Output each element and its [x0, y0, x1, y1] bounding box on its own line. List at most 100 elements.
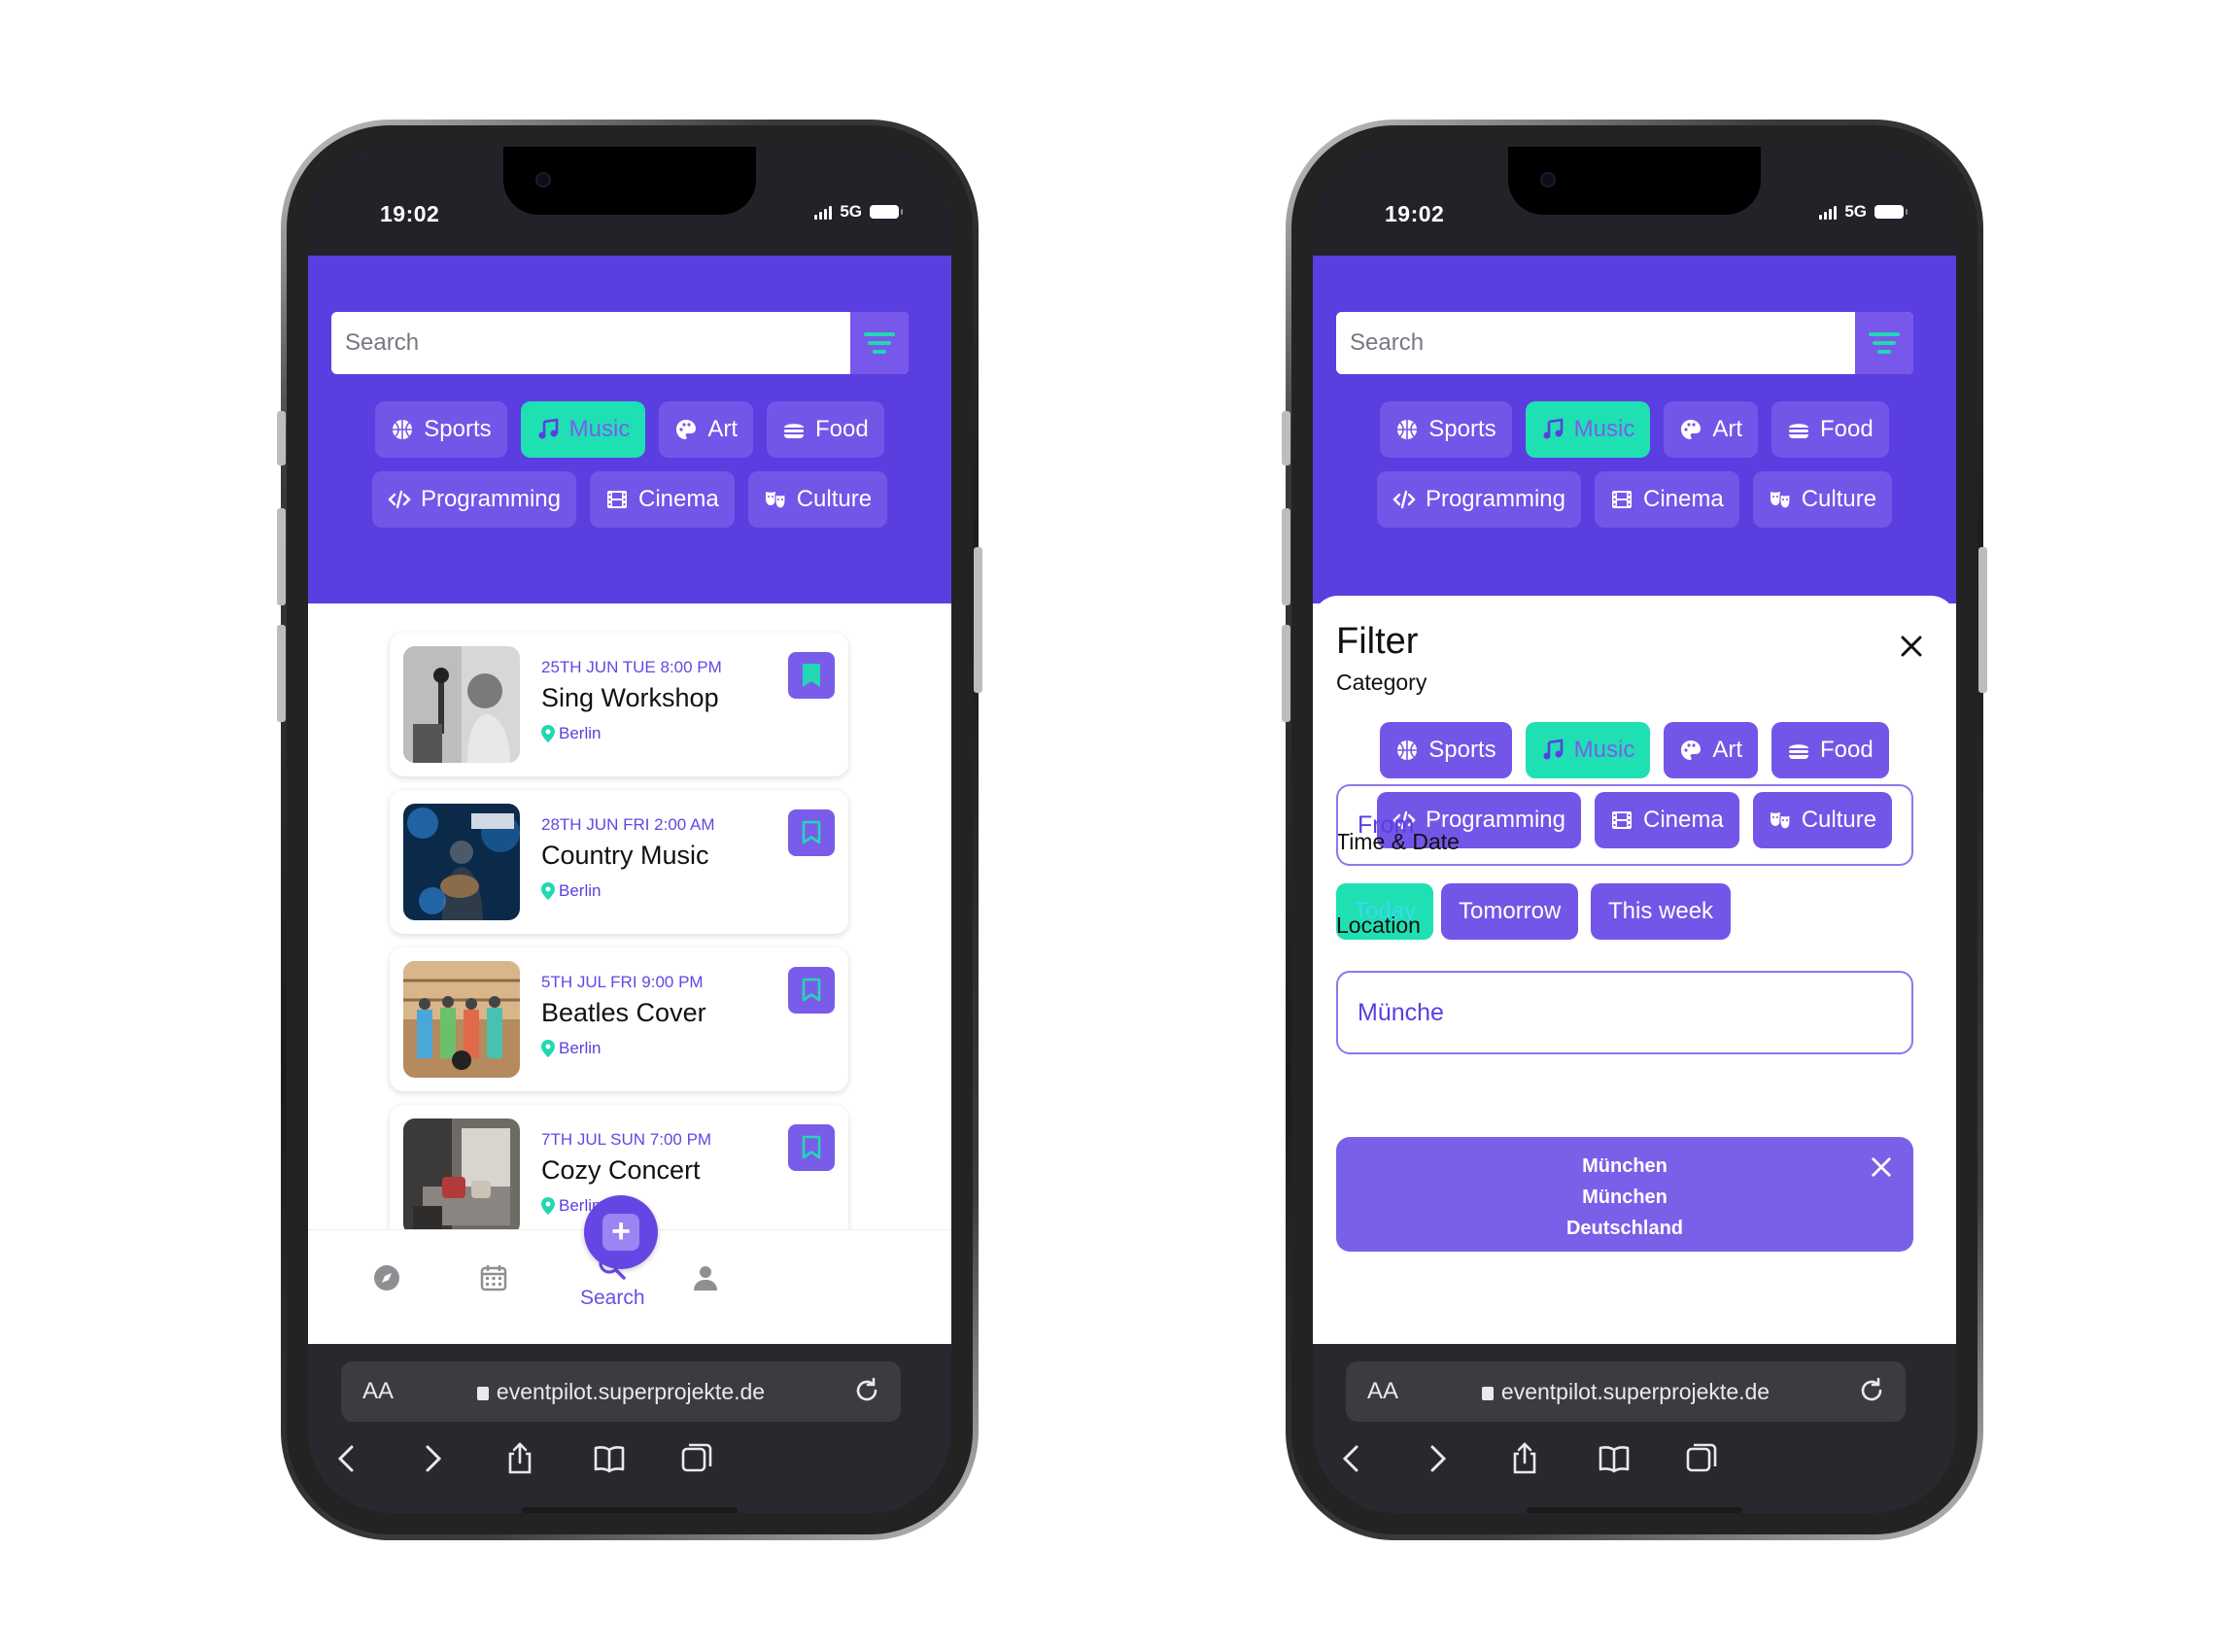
address-bar[interactable]: AA eventpilot.superprojekte.de: [1346, 1361, 1906, 1422]
category-chip-culture[interactable]: Culture: [1752, 471, 1893, 528]
bookmark-button[interactable]: [788, 967, 835, 1014]
category-chip-culture[interactable]: Culture: [747, 471, 888, 528]
reload-icon[interactable]: [1857, 1376, 1886, 1405]
event-location-text: Berlin: [559, 724, 602, 742]
close-suggestion-icon[interactable]: [1871, 1156, 1892, 1178]
location-input[interactable]: Münche: [1336, 971, 1913, 1054]
category-chip-food[interactable]: Food: [1771, 722, 1889, 778]
event-image: [403, 646, 520, 763]
back-icon[interactable]: [329, 1441, 364, 1476]
nav-calendar[interactable]: [477, 1261, 510, 1294]
category-chip-food[interactable]: Food: [767, 401, 884, 458]
burger-icon: [782, 418, 806, 441]
filter-icon-line: [873, 350, 886, 354]
filter-icon-line: [1877, 350, 1891, 354]
film-icon: [605, 488, 629, 511]
user-icon: [689, 1261, 722, 1294]
category-chip-music[interactable]: Music: [1525, 401, 1651, 458]
event-card[interactable]: 28TH JUN FRI 2:00 AM Country Music Berlin: [390, 790, 848, 934]
burger-icon: [1787, 418, 1810, 441]
forward-icon[interactable]: [1420, 1441, 1455, 1476]
category-chip-programming[interactable]: Programming: [1376, 471, 1581, 528]
search-header: Sports Music Art Food Programming Cinema Cultu…: [308, 256, 951, 603]
filter-icon: [1869, 332, 1900, 336]
category-chip-sports[interactable]: Sports: [1380, 722, 1512, 778]
location-pin-icon: [541, 725, 555, 742]
event-location: Berlin: [541, 1039, 601, 1058]
event-image: [403, 804, 520, 920]
location-input-value: Münche: [1358, 998, 1444, 1026]
filter-button[interactable]: [850, 312, 909, 374]
bookmark-icon: [800, 1134, 823, 1161]
category-label: Category: [1336, 670, 1427, 695]
close-icon[interactable]: [1900, 635, 1923, 658]
theater-masks-icon: [764, 488, 787, 511]
event-card[interactable]: 5TH JUL FRI 9:00 PM Beatles Cover Berlin: [390, 947, 848, 1091]
location-suggestion[interactable]: München München Deutschland: [1336, 1137, 1913, 1252]
status-indicators: 5G: [1819, 202, 1908, 222]
mute-switch: [277, 411, 286, 465]
category-chip-music[interactable]: Music: [520, 401, 646, 458]
event-location: Berlin: [541, 881, 601, 901]
category-chip-cinema[interactable]: Cinema: [1594, 471, 1739, 528]
time-option-tomorrow[interactable]: Tomorrow: [1441, 883, 1579, 940]
category-chips: Sports Music Art Food Programming Cinema Cultu…: [1313, 401, 1956, 528]
category-chip-label: Culture: [796, 486, 873, 512]
forward-icon[interactable]: [415, 1441, 450, 1476]
basketball-icon: [1395, 739, 1419, 762]
search-bar: [1336, 312, 1913, 374]
time-option-this-week[interactable]: This week: [1591, 883, 1732, 940]
category-chip-programming[interactable]: Programming: [371, 471, 576, 528]
search-input[interactable]: [331, 312, 852, 374]
category-chip-art[interactable]: Art: [1664, 401, 1758, 458]
event-date: 5TH JUL FRI 9:00 PM: [541, 973, 704, 991]
bookmarks-icon[interactable]: [1597, 1441, 1632, 1476]
network-type: 5G: [840, 202, 862, 221]
search-header: Sports Music Art Food Programming Cinema Cultu…: [1313, 256, 1956, 603]
phone-frame-search: 19:02 5G SportsMusicArtFoodProgra: [277, 120, 982, 1540]
category-chip-food[interactable]: Food: [1771, 401, 1889, 458]
category-chip-sports[interactable]: Sports: [1380, 401, 1512, 458]
category-chip-art[interactable]: Art: [1664, 722, 1758, 778]
tabs-icon[interactable]: [679, 1441, 714, 1476]
category-chip-label: Cinema: [637, 486, 719, 512]
share-icon[interactable]: [502, 1441, 537, 1476]
category-chip-music[interactable]: Music: [1525, 722, 1651, 778]
power-button: [974, 547, 982, 693]
category-chip-sports[interactable]: Sports: [375, 401, 507, 458]
category-chip-label: Art: [1712, 416, 1742, 442]
lock-icon: [476, 1387, 489, 1400]
phone-screen: 19:02 5G SportsMusicArtFoodProgra: [1313, 147, 1956, 1513]
app-content: Sports Music Art Food Programming Cinema Cultu…: [308, 256, 951, 1344]
nav-profile[interactable]: [689, 1261, 722, 1294]
bookmark-button[interactable]: [788, 1124, 835, 1171]
calendar-icon: [477, 1261, 510, 1294]
from-field[interactable]: From: [1336, 784, 1913, 866]
bookmark-button[interactable]: [788, 652, 835, 699]
palette-icon: [674, 418, 698, 441]
add-event-button[interactable]: +: [584, 1195, 658, 1269]
reload-icon[interactable]: [852, 1376, 881, 1405]
location-label: Location: [1336, 912, 1421, 938]
search-input[interactable]: [1336, 312, 1857, 374]
camera-icon: [1540, 172, 1556, 188]
tabs-icon[interactable]: [1684, 1441, 1719, 1476]
nav-explore[interactable]: [370, 1261, 403, 1294]
filter-button[interactable]: [1855, 312, 1913, 374]
nav-search-label: Search: [580, 1287, 645, 1309]
category-chip-art[interactable]: Art: [659, 401, 753, 458]
back-icon[interactable]: [1334, 1441, 1369, 1476]
bookmark-button[interactable]: [788, 809, 835, 856]
address-bar[interactable]: AA eventpilot.superprojekte.de: [341, 1361, 901, 1422]
volume-up-button: [1282, 508, 1290, 605]
mute-switch: [1282, 411, 1290, 465]
location-pin-icon: [541, 882, 555, 900]
browser-nav-tools: [1313, 1441, 1956, 1490]
category-chip-cinema[interactable]: Cinema: [589, 471, 735, 528]
event-card[interactable]: 25TH JUN TUE 8:00 PM Sing Workshop Berlin: [390, 633, 848, 776]
share-icon[interactable]: [1507, 1441, 1542, 1476]
bookmarks-icon[interactable]: [592, 1441, 627, 1476]
signal-icon: [1819, 204, 1838, 220]
url-display: eventpilot.superprojekte.de: [1346, 1379, 1906, 1405]
suggestion-region: München: [1582, 1187, 1668, 1208]
